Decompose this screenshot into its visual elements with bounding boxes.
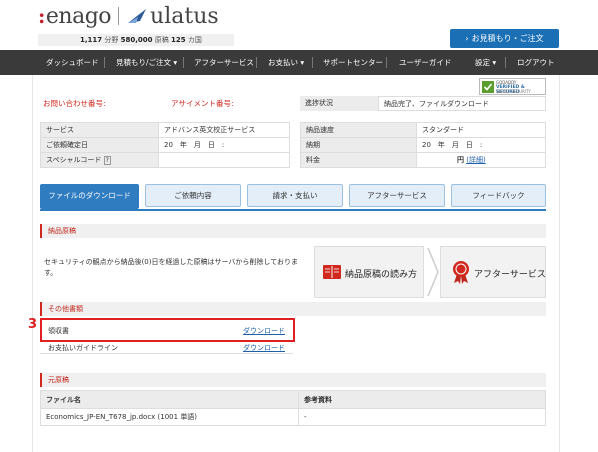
chevron-right-icon: ›: [465, 34, 469, 43]
progress-label: 進捗状況: [300, 96, 378, 111]
brand-logo[interactable]: :enago ulatus: [38, 3, 219, 29]
ulatus-logo: ulatus: [126, 4, 219, 29]
help-icon[interactable]: ?: [103, 156, 111, 165]
nav-quote-order[interactable]: 見積もり/ご注文 ▾: [116, 50, 177, 75]
section-delivered: 納品原稿: [40, 224, 546, 238]
nav-dashboard[interactable]: ダッシュボード: [46, 50, 99, 75]
reference-cell: -: [298, 408, 546, 426]
nav-after-service[interactable]: アフターサービス: [194, 50, 254, 75]
tab-underline: [40, 209, 546, 211]
section-other-docs: その他書類: [40, 302, 546, 316]
book-icon: [323, 265, 341, 279]
nav-support[interactable]: サポートセンター: [323, 50, 383, 75]
annotation-number: 3: [28, 317, 38, 332]
receipt-label: 領収書: [48, 327, 69, 335]
order-header-row: お問い合わせ番号: アサイメント番号: 進捗状況 納品完了、ファイルダウンロード: [40, 96, 546, 111]
nav-user-guide[interactable]: ユーザーガイド: [399, 50, 451, 75]
order-tabs: ファイルのダウンロード ご依頼内容 請求・支払い アフターサービス フィードバッ…: [40, 184, 546, 209]
tab-feedback[interactable]: フィードバック: [451, 184, 546, 207]
check-icon: [482, 81, 494, 93]
main-nav: ダッシュボード 見積もり/ご注文 ▾ アフターサービス お支払い ▾ サポートセ…: [0, 50, 598, 75]
award-ribbon-icon: [453, 261, 469, 284]
quote-order-button[interactable]: › お見積もり・ご注文: [450, 29, 559, 48]
logo-divider: [118, 7, 120, 25]
security-badge[interactable]: GODADDY VERIFIED & SECURED VERIFY SECURI…: [479, 78, 546, 95]
tab-billing[interactable]: 請求・支払い: [247, 184, 343, 207]
price-details-link[interactable]: (詳細): [466, 156, 485, 164]
security-notice: セキュリティの観点から納品後(0)日を経過した原稿はサーバから削除しております。: [44, 258, 299, 277]
section-original: 元原稿: [40, 373, 546, 387]
after-service-button[interactable]: アフターサービス: [440, 246, 546, 298]
nav-payment[interactable]: お支払い ▾: [268, 50, 304, 75]
nav-logout[interactable]: ログアウト: [517, 50, 555, 75]
tab-after-service[interactable]: アフターサービス: [349, 184, 445, 207]
how-to-read-button[interactable]: 納品原稿の読み方: [314, 246, 424, 298]
tab-file-download[interactable]: ファイルのダウンロード: [40, 184, 139, 209]
original-files-table: ファイル名 参考資料 Economics_JP-EN_T678_jp.docx …: [40, 390, 546, 426]
order-info-left: サービス アドバンス英文校正サービス ご依頼確定日 20 年 月 日 : スペシャル…: [40, 122, 290, 168]
site-stats: 1,117 分野 580,000 原稿 125 カ国: [38, 34, 234, 46]
enago-logo: :enago: [38, 3, 112, 29]
progress-value: 納品完了、ファイルダウンロード: [378, 96, 546, 111]
file-name-cell: Economics_JP-EN_T678_jp.docx (1001 単語): [40, 408, 299, 426]
nav-settings[interactable]: 設定 ▾: [475, 50, 496, 75]
quill-icon: [128, 9, 147, 23]
reference-header: 参考資料: [298, 390, 546, 409]
site-header: :enago ulatus 1,117 分野 580,000 原稿 125 カ国…: [0, 0, 598, 50]
chevron-right-icon: [427, 247, 439, 297]
order-info-right: 納品速度 スタンダード 納期 20 年 月 日 : 料金円 (詳細): [300, 122, 546, 168]
assignment-number-label: アサイメント番号:: [171, 99, 234, 108]
inquiry-number-label: お問い合わせ番号:: [43, 99, 106, 108]
tab-order-details[interactable]: ご依頼内容: [145, 184, 241, 207]
guideline-download-link[interactable]: ダウンロード: [243, 343, 285, 353]
receipt-download-link[interactable]: ダウンロード: [243, 326, 285, 336]
filename-header: ファイル名: [40, 390, 299, 409]
price-value: 円: [457, 156, 464, 164]
payment-guideline-label: お支払いガイドライン: [48, 344, 118, 352]
